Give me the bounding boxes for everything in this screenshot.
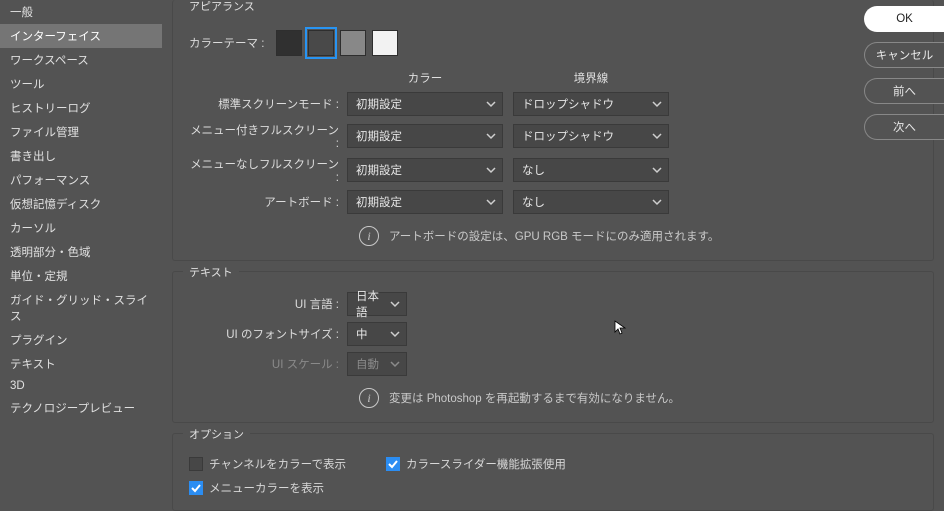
artboard-color-select[interactable]: 初期設定	[347, 190, 503, 214]
chevron-down-icon	[652, 165, 662, 175]
chevron-down-icon	[390, 329, 400, 339]
ui-font-select[interactable]: 中	[347, 322, 407, 346]
menubar-fullscreen-label: メニュー付きフルスクリーン :	[189, 122, 347, 150]
ui-lang-label: UI 言語 :	[189, 296, 347, 312]
text-panel: テキスト UI 言語 : 日本語 UI のフォントサイズ : 中 UI スケール…	[172, 271, 934, 423]
chevron-down-icon	[390, 359, 400, 369]
ui-lang-select[interactable]: 日本語	[347, 292, 407, 316]
swatch-light[interactable]	[340, 30, 366, 56]
sidebar-item-tools[interactable]: ツール	[0, 72, 162, 96]
sidebar-item-scratch[interactable]: 仮想記憶ディスク	[0, 192, 162, 216]
ui-scale-select: 自動	[347, 352, 407, 376]
main-content: アピアランス カラーテーマ : カラー 境界線 標準スクリーンモード : 初期設…	[162, 0, 944, 504]
text-panel-title: テキスト	[183, 264, 239, 280]
swatch-darkest[interactable]	[276, 30, 302, 56]
sidebar-item-general[interactable]: 一般	[0, 0, 162, 24]
ok-button[interactable]: OK	[864, 6, 944, 32]
sidebar-item-guides[interactable]: ガイド・グリッド・スライス	[0, 288, 162, 328]
options-panel: オプション チャンネルをカラーで表示 カラースライダー機能拡張使用 メニューカラ…	[172, 433, 934, 511]
standard-screen-border-select[interactable]: ドロップシャドウ	[513, 92, 669, 116]
color-theme-label: カラーテーマ :	[189, 35, 276, 51]
options-panel-title: オプション	[183, 426, 250, 442]
cancel-button[interactable]: キャンセル	[864, 42, 944, 68]
color-slider-checkbox[interactable]: カラースライダー機能拡張使用	[386, 456, 566, 472]
next-button[interactable]: 次へ	[864, 114, 944, 140]
standard-screen-color-select[interactable]: 初期設定	[347, 92, 503, 116]
show-channels-label: チャンネルをカラーで表示	[209, 456, 346, 472]
artboard-info-text: アートボードの設定は、GPU RGB モードにのみ適用されます。	[389, 228, 719, 244]
swatch-lightest[interactable]	[372, 30, 398, 56]
chevron-down-icon	[390, 299, 400, 309]
appearance-title: アピアランス	[183, 0, 261, 14]
color-slider-label: カラースライダー機能拡張使用	[406, 456, 566, 472]
color-column-header: カラー	[347, 70, 503, 86]
fullscreen-color-select[interactable]: 初期設定	[347, 158, 503, 182]
sidebar-item-3d[interactable]: 3D	[0, 376, 162, 396]
border-column-header: 境界線	[513, 70, 669, 86]
menubar-fullscreen-color-select[interactable]: 初期設定	[347, 124, 503, 148]
screen-mode-header: カラー 境界線	[189, 70, 917, 86]
sidebar-item-type[interactable]: テキスト	[0, 352, 162, 376]
sidebar-item-interface[interactable]: インターフェイス	[0, 24, 162, 48]
sidebar-item-export[interactable]: 書き出し	[0, 144, 162, 168]
fullscreen-label: メニューなしフルスクリーン :	[189, 156, 347, 184]
menu-color-label: メニューカラーを表示	[209, 480, 324, 496]
sidebar-item-cursors[interactable]: カーソル	[0, 216, 162, 240]
menu-color-checkbox[interactable]: メニューカラーを表示	[189, 480, 324, 496]
sidebar-item-tech-preview[interactable]: テクノロジープレビュー	[0, 396, 162, 420]
checkbox-icon	[189, 481, 203, 495]
chevron-down-icon	[486, 131, 496, 141]
restart-info-text: 変更は Photoshop を再起動するまで有効になりません。	[389, 390, 680, 406]
sidebar-item-performance[interactable]: パフォーマンス	[0, 168, 162, 192]
color-theme-swatches	[276, 30, 398, 56]
chevron-down-icon	[486, 99, 496, 109]
sidebar-item-plugins[interactable]: プラグイン	[0, 328, 162, 352]
sidebar-item-units[interactable]: 単位・定規	[0, 264, 162, 288]
standard-screen-label: 標準スクリーンモード :	[189, 96, 347, 112]
sidebar-item-history[interactable]: ヒストリーログ	[0, 96, 162, 120]
sidebar-item-transparency[interactable]: 透明部分・色域	[0, 240, 162, 264]
chevron-down-icon	[486, 197, 496, 207]
chevron-down-icon	[652, 197, 662, 207]
chevron-down-icon	[486, 165, 496, 175]
checkbox-icon	[386, 457, 400, 471]
checkbox-icon	[189, 457, 203, 471]
sidebar-item-file-handling[interactable]: ファイル管理	[0, 120, 162, 144]
fullscreen-border-select[interactable]: なし	[513, 158, 669, 182]
sidebar: 一般 インターフェイス ワークスペース ツール ヒストリーログ ファイル管理 書…	[0, 0, 162, 504]
dialog-buttons: OK キャンセル 前へ 次へ	[864, 6, 944, 140]
chevron-down-icon	[652, 131, 662, 141]
swatch-dark[interactable]	[308, 30, 334, 56]
show-channels-checkbox[interactable]: チャンネルをカラーで表示	[189, 456, 346, 472]
chevron-down-icon	[652, 99, 662, 109]
menubar-fullscreen-border-select[interactable]: ドロップシャドウ	[513, 124, 669, 148]
artboard-border-select[interactable]: なし	[513, 190, 669, 214]
info-icon: i	[359, 226, 379, 246]
ui-font-label: UI のフォントサイズ :	[189, 326, 347, 342]
artboard-label: アートボード :	[189, 194, 347, 210]
appearance-panel: アピアランス カラーテーマ : カラー 境界線 標準スクリーンモード : 初期設…	[172, 0, 934, 261]
ui-scale-label: UI スケール :	[189, 356, 347, 372]
sidebar-item-workspace[interactable]: ワークスペース	[0, 48, 162, 72]
prev-button[interactable]: 前へ	[864, 78, 944, 104]
info-icon: i	[359, 388, 379, 408]
